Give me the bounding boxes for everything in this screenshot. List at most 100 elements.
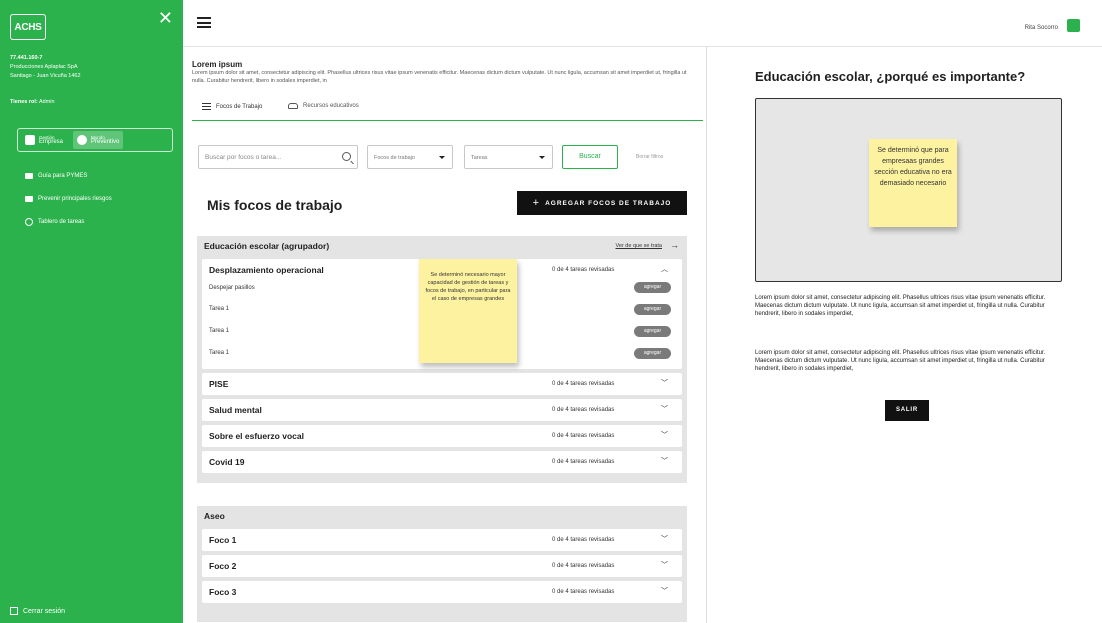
- add-task-button[interactable]: agregar: [634, 282, 671, 293]
- focus-status: 0 de 4 tareas revisadas: [552, 537, 615, 543]
- arrow-right-icon[interactable]: →: [670, 240, 679, 250]
- chevron-down-icon[interactable]: ﹀: [661, 456, 668, 466]
- chevron-down-icon[interactable]: ﹀: [661, 534, 668, 544]
- focus-card[interactable]: Foco 3 0 de 4 tareas revisadas ﹀: [202, 581, 682, 603]
- sidebar-item-guia[interactable]: Guía para PYMES: [25, 164, 112, 187]
- chevron-down-icon[interactable]: ﹀: [661, 430, 668, 440]
- chevron-up-icon[interactable]: ︿: [661, 264, 668, 274]
- focus-title: PISE: [209, 379, 229, 389]
- group-name: Educación escolar (agrupador): [204, 241, 330, 251]
- clear-filters-link[interactable]: Borrar filtros: [636, 154, 663, 160]
- group-info-link[interactable]: Ver de que se trata: [616, 243, 662, 249]
- caret-down-icon: [439, 156, 445, 159]
- group-header: Educación escolar (agrupador) Ver de que…: [202, 240, 682, 255]
- add-task-button[interactable]: agregar: [634, 348, 671, 359]
- tab-label: Recursos educativos: [303, 103, 359, 109]
- top-bar: Rita Socorro: [183, 0, 1102, 47]
- sidebar-item-label: Prevenir principales riesgos: [38, 195, 112, 202]
- add-focus-label: AGREGAR FOCOS DE TRABAJO: [545, 199, 672, 207]
- group-name: Aseo: [204, 511, 225, 521]
- achs-logo: ACHS: [10, 14, 46, 40]
- switch-preventivo[interactable]: Mundo Preventivo: [73, 131, 124, 149]
- focus-card[interactable]: Foco 1 0 de 4 tareas revisadas ﹀: [202, 529, 682, 551]
- panel-paragraph: Lorem ipsum dolor sit amet, consectetur …: [755, 295, 1046, 317]
- focus-card[interactable]: PISE 0 de 4 tareas revisadas ﹀: [202, 373, 682, 395]
- focus-status: 0 de 4 tareas revisadas: [552, 407, 615, 413]
- add-focus-button[interactable]: + AGREGAR FOCOS DE TRABAJO: [517, 191, 687, 215]
- plus-icon: +: [532, 197, 540, 209]
- role-value: Admin: [38, 99, 55, 105]
- search-button[interactable]: Buscar: [562, 145, 618, 169]
- list-icon: [202, 103, 211, 110]
- search-placeholder: Buscar por focos o tarea...: [205, 154, 282, 161]
- task-label: Despejar pasillos: [209, 285, 255, 291]
- tab-bar: Focos de Trabajo Recursos educativos: [192, 99, 703, 121]
- focus-group: Aseo Foco 1 0 de 4 tareas revisadas ﹀ Fo…: [197, 506, 687, 622]
- search-input[interactable]: Buscar por focos o tarea...: [198, 145, 358, 169]
- sidebar-item-label: Tablero de tareas: [38, 218, 85, 225]
- switch-preventivo-label: Preventivo: [91, 139, 120, 145]
- tab-recursos[interactable]: Recursos educativos: [288, 103, 359, 109]
- focus-title: Foco 3: [209, 587, 237, 597]
- focus-title: Salud mental: [209, 405, 262, 415]
- menu-icon[interactable]: [197, 17, 211, 28]
- company-address: Santiago - Juan Vicuña 1462: [10, 73, 81, 79]
- chevron-down-icon[interactable]: ﹀: [661, 560, 668, 570]
- focos-select[interactable]: Focos de trabajo: [367, 145, 453, 169]
- chevron-down-icon[interactable]: ﹀: [661, 404, 668, 414]
- focus-title: Foco 1: [209, 535, 237, 545]
- sidebar-item-tablero[interactable]: Tablero de tareas: [25, 210, 112, 233]
- group-header: Aseo: [202, 511, 682, 525]
- globe-icon: [77, 135, 88, 145]
- focus-card[interactable]: Covid 19 0 de 4 tareas revisadas ﹀: [202, 451, 682, 473]
- search-icon[interactable]: [342, 152, 351, 161]
- sticky-note: Se determinó necesario mayor capacidad d…: [419, 259, 517, 363]
- focus-status: 0 de 4 tareas revisadas: [552, 267, 615, 273]
- building-icon: [25, 135, 35, 145]
- logout-label: Cerrar sesión: [23, 607, 66, 615]
- add-task-button[interactable]: agregar: [634, 304, 671, 315]
- building-icon[interactable]: [1067, 19, 1080, 32]
- graduation-cap-icon: [288, 103, 298, 109]
- focus-card[interactable]: Salud mental 0 de 4 tareas revisadas ﹀: [202, 399, 682, 421]
- add-task-button[interactable]: agregar: [634, 326, 671, 337]
- exit-button[interactable]: SALIR: [885, 400, 929, 421]
- focus-card[interactable]: Sobre el esfuerzo vocal 0 de 4 tareas re…: [202, 425, 682, 447]
- focus-status: 0 de 4 tareas revisadas: [552, 589, 615, 595]
- panel-paragraph: Lorem ipsum dolor sit amet, consectetur …: [755, 350, 1046, 372]
- chevron-down-icon[interactable]: ﹀: [661, 586, 668, 596]
- task-label: Tarea 1: [209, 350, 230, 356]
- caret-down-icon: [539, 156, 545, 159]
- switch-empresa[interactable]: Gestión Empresa: [21, 131, 67, 149]
- main-content: Lorem ipsum Lorem ipsum dolor sit amet, …: [183, 47, 705, 623]
- focus-status: 0 de 4 tareas revisadas: [552, 459, 615, 465]
- task-label: Tarea 1: [209, 328, 230, 334]
- chevron-down-icon[interactable]: ﹀: [661, 378, 668, 388]
- focus-status: 0 de 4 tareas revisadas: [552, 433, 615, 439]
- sidebar: ACHS ✕ 77.441.160-7 Producciones Aplapla…: [0, 0, 183, 623]
- clock-icon: [25, 217, 33, 226]
- user-name[interactable]: Rita Socorro: [1025, 25, 1058, 31]
- intro-text: Lorem ipsum dolor sit amet, consectetur …: [192, 70, 687, 84]
- close-icon[interactable]: ✕: [158, 8, 173, 29]
- filters-bar: Buscar por focos o tarea... Focos de tra…: [198, 145, 688, 169]
- focos-select-value: Focos de trabajo: [374, 155, 415, 161]
- sticky-note: Se determinó que para empresaas grandes …: [869, 139, 957, 227]
- logout-button[interactable]: Cerrar sesión: [10, 607, 65, 615]
- user-role: Tienes rol: Admin: [10, 99, 55, 105]
- focus-title: Sobre el esfuerzo vocal: [209, 431, 304, 441]
- panel-title: Educación escolar, ¿porqué es importante…: [755, 69, 1026, 84]
- tareas-select[interactable]: Tareas: [464, 145, 553, 169]
- tab-focos[interactable]: Focos de Trabajo: [202, 103, 262, 110]
- intro-title: Lorem ipsum: [192, 60, 243, 69]
- focus-card[interactable]: Foco 2 0 de 4 tareas revisadas ﹀: [202, 555, 682, 577]
- tab-label: Focos de Trabajo: [216, 103, 263, 110]
- company-rut: 77.441.160-7: [10, 55, 43, 61]
- mode-switch: Gestión Empresa Mundo Preventivo: [17, 128, 173, 152]
- focus-title: Foco 2: [209, 561, 237, 571]
- sidebar-nav: Guía para PYMES Prevenir principales rie…: [25, 164, 112, 233]
- company-info: 77.441.160-7 Producciones Aplaplac SpA S…: [10, 54, 81, 81]
- detail-panel: Educación escolar, ¿porqué es importante…: [706, 47, 1102, 623]
- role-label: Tienes rol:: [10, 99, 38, 105]
- sidebar-item-prevenir[interactable]: Prevenir principales riesgos: [25, 187, 112, 210]
